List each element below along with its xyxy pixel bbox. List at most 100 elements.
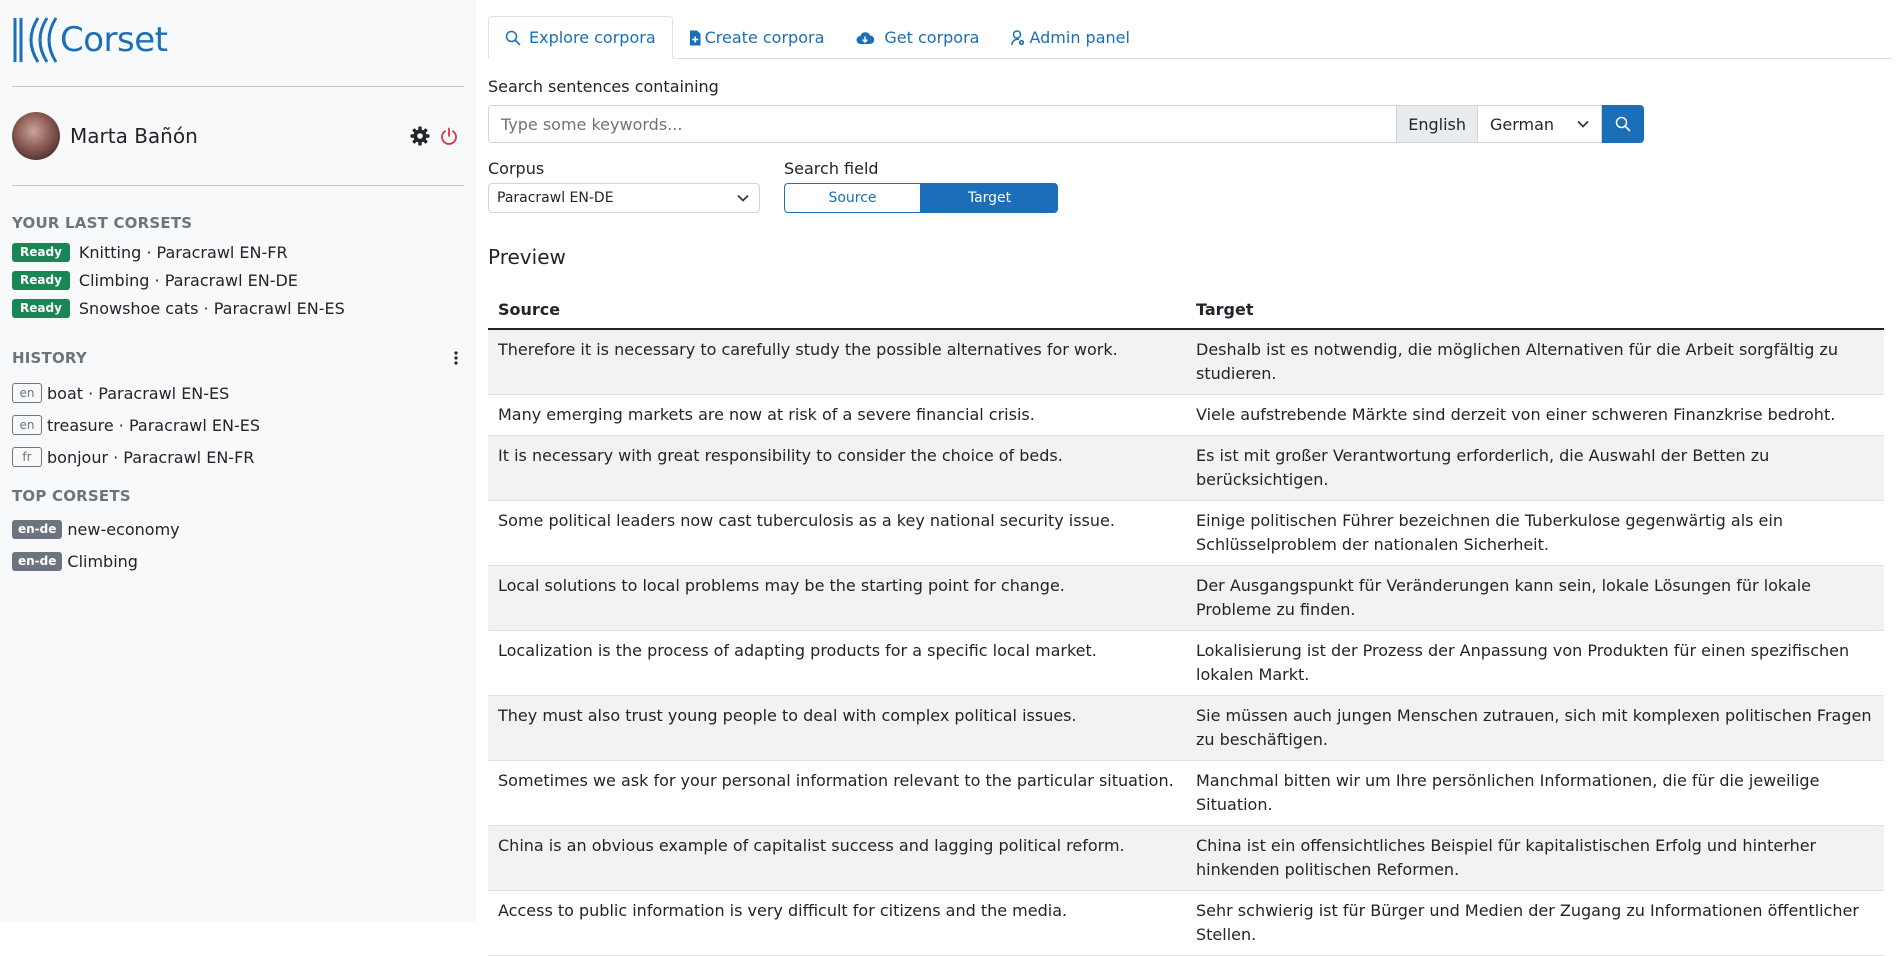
- table-row: Sometimes we ask for your personal infor…: [488, 760, 1884, 826]
- search-button[interactable]: [1602, 105, 1644, 143]
- status-badge: Ready: [12, 298, 70, 318]
- tab-explore-corpora[interactable]: Explore corpora: [488, 16, 673, 59]
- source-cell: Some political leaders now cast tubercul…: [488, 500, 1186, 566]
- tab-label: Admin panel: [1029, 28, 1130, 47]
- corpus-value: Paracrawl EN-DE: [497, 190, 614, 206]
- tab-bar: Explore corpora Create corpora Get corpo…: [488, 16, 1892, 59]
- app-logo[interactable]: Corset: [12, 12, 464, 67]
- tab-label: Create corpora: [704, 28, 825, 47]
- source-cell: Many emerging markets are now at risk of…: [488, 394, 1186, 436]
- gear-icon[interactable]: [410, 126, 430, 146]
- search-input[interactable]: [488, 105, 1398, 143]
- corset-label: Knitting · Paracrawl EN-FR: [78, 242, 288, 262]
- corset-logo-icon: [13, 16, 58, 63]
- status-badge: Ready: [12, 270, 70, 290]
- target-cell: Sehr schwierig ist für Bürger und Medien…: [1186, 890, 1884, 956]
- divider: [12, 185, 464, 186]
- history-item[interactable]: en boat · Paracrawl EN-ES: [12, 377, 464, 409]
- search-group: English German: [488, 105, 1644, 143]
- toggle-target[interactable]: Target: [921, 183, 1058, 213]
- source-language: English: [1397, 105, 1478, 143]
- top-corset-label: new-economy: [67, 519, 180, 539]
- toggle-source[interactable]: Source: [784, 183, 921, 213]
- lang-badge: en: [12, 415, 42, 435]
- target-cell: Deshalb ist es notwendig, die möglichen …: [1186, 329, 1884, 395]
- corset-label: Snowshoe cats · Paracrawl EN-ES: [78, 298, 345, 318]
- search-field-label: Search field: [784, 159, 879, 178]
- main-content: Explore corpora Create corpora Get corpo…: [476, 0, 1904, 956]
- source-cell: Localization is the process of adapting …: [488, 630, 1186, 696]
- history-list: en boat · Paracrawl EN-ES en treasure · …: [12, 377, 464, 473]
- target-cell: Lokalisierung ist der Prozess der Anpass…: [1186, 630, 1884, 696]
- search-label: Search sentences containing: [488, 77, 719, 96]
- avatar[interactable]: [12, 112, 60, 160]
- source-cell: Access to public information is very dif…: [488, 890, 1186, 956]
- top-corset-item[interactable]: en-de new-economy: [12, 513, 464, 545]
- top-corset-label: Climbing: [67, 551, 138, 571]
- target-cell: Manchmal bitten wir um Ihre persönlichen…: [1186, 760, 1884, 826]
- history-label: bonjour · Paracrawl EN-FR: [47, 447, 255, 467]
- kebab-menu-icon[interactable]: [454, 350, 458, 366]
- corset-item[interactable]: Ready Snowshoe cats · Paracrawl EN-ES: [12, 294, 464, 322]
- top-corsets-title: TOP CORSETS: [12, 487, 131, 505]
- corset-item[interactable]: Ready Climbing · Paracrawl EN-DE: [12, 266, 464, 294]
- table-row: They must also trust young people to dea…: [488, 695, 1884, 761]
- table-row: Some political leaders now cast tubercul…: [488, 500, 1884, 566]
- table-row: Access to public information is very dif…: [488, 890, 1884, 956]
- admin-icon: [1011, 29, 1025, 45]
- history-item[interactable]: fr bonjour · Paracrawl EN-FR: [12, 441, 464, 473]
- pair-badge: en-de: [12, 519, 63, 539]
- source-cell: Therefore it is necessary to carefully s…: [488, 329, 1186, 395]
- table-row: Localization is the process of adapting …: [488, 630, 1884, 696]
- top-corsets-list: en-de new-economy en-de Climbing: [12, 513, 464, 577]
- tab-create-corpora[interactable]: Create corpora: [673, 16, 841, 59]
- file-plus-icon: [689, 30, 701, 45]
- target-cell: Sie müssen auch jungen Menschen zutrauen…: [1186, 695, 1884, 761]
- source-cell: China is an obvious example of capitalis…: [488, 825, 1186, 891]
- source-cell: Local solutions to local problems may be…: [488, 565, 1186, 631]
- target-cell: Viele aufstrebende Märkte sind derzeit v…: [1186, 394, 1884, 436]
- source-cell: Sometimes we ask for your personal infor…: [488, 760, 1186, 826]
- pair-badge: en-de: [12, 551, 63, 571]
- corset-item[interactable]: Ready Knitting · Paracrawl EN-FR: [12, 238, 464, 266]
- search-field-toggle: Source Target: [784, 183, 1058, 213]
- search-icon: [505, 30, 521, 45]
- last-corsets-list: Ready Knitting · Paracrawl EN-FR Ready C…: [12, 238, 464, 322]
- history-label: boat · Paracrawl EN-ES: [47, 383, 230, 403]
- preview-title: Preview: [488, 245, 566, 269]
- history-title: HISTORY: [12, 349, 87, 367]
- tab-label: Get corpora: [884, 28, 980, 47]
- chevron-down-icon: [737, 194, 749, 202]
- target-cell: Es ist mit großer Verantwortung erforder…: [1186, 435, 1884, 501]
- table-row: Therefore it is necessary to carefully s…: [488, 329, 1884, 395]
- table-row: Local solutions to local problems may be…: [488, 565, 1884, 631]
- tab-admin-panel[interactable]: Admin panel: [995, 16, 1145, 59]
- cloud-download-icon: [856, 31, 875, 44]
- tab-get-corpora[interactable]: Get corpora: [840, 16, 995, 59]
- top-corset-item[interactable]: en-de Climbing: [12, 545, 464, 577]
- corpus-label: Corpus: [488, 159, 545, 178]
- tab-label: Explore corpora: [529, 28, 656, 47]
- target-cell: China ist ein offensichtliches Beispiel …: [1186, 825, 1884, 891]
- history-item[interactable]: en treasure · Paracrawl EN-ES: [12, 409, 464, 441]
- history-label: treasure · Paracrawl EN-ES: [47, 415, 260, 435]
- corset-label: Climbing · Paracrawl EN-DE: [78, 270, 298, 290]
- source-cell: They must also trust young people to dea…: [488, 695, 1186, 761]
- power-icon[interactable]: [440, 127, 458, 145]
- column-header-target: Target: [1186, 291, 1884, 330]
- preview-table: Source Target Therefore it is necessary …: [488, 291, 1884, 956]
- table-header-row: Source Target: [488, 291, 1884, 330]
- target-language-value: German: [1490, 114, 1555, 134]
- target-cell: Einige politischen Führer bezeichnen die…: [1186, 500, 1884, 566]
- sidebar: Corset Marta Bañón YOUR LAST CORSETS Rea…: [0, 0, 476, 922]
- app-name: Corset: [60, 19, 168, 60]
- last-corsets-title: YOUR LAST CORSETS: [12, 214, 193, 232]
- source-cell: It is necessary with great responsibilit…: [488, 435, 1186, 501]
- table-row: Many emerging markets are now at risk of…: [488, 394, 1884, 436]
- target-cell: Der Ausgangspunkt für Veränderungen kann…: [1186, 565, 1884, 631]
- target-language-select[interactable]: German: [1478, 105, 1602, 143]
- user-panel: Marta Bañón: [12, 87, 464, 185]
- corpus-select[interactable]: Paracrawl EN-DE: [488, 183, 760, 213]
- status-badge: Ready: [12, 242, 70, 262]
- chevron-down-icon: [1577, 120, 1589, 128]
